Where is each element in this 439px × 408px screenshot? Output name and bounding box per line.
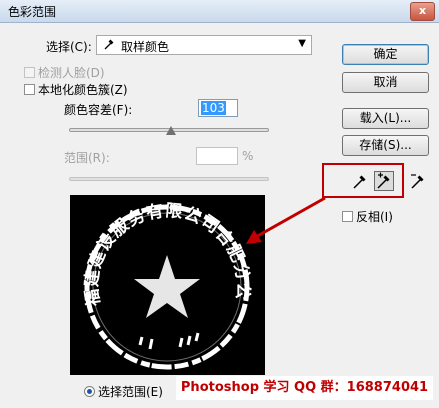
eyedropper-icon xyxy=(353,175,366,189)
eyedropper-add-tool[interactable] xyxy=(374,171,394,191)
eyedropper-tool[interactable] xyxy=(350,171,370,191)
selection-preview[interactable]: 福建建设服务有限公司合肥分公司 xyxy=(61,180,265,375)
localized-clusters-checkbox[interactable] xyxy=(24,84,35,95)
chevron-down-icon: ▼ xyxy=(298,38,306,49)
select-dropdown[interactable]: 取样颜色 ▼ xyxy=(96,35,312,55)
selection-radio-label: 选择范围(E) xyxy=(98,385,163,399)
invert-checkbox[interactable] xyxy=(342,211,353,222)
detect-faces-checkbox[interactable] xyxy=(24,67,35,78)
selection-radio[interactable] xyxy=(84,386,95,397)
cancel-button[interactable]: 取消 xyxy=(342,72,429,93)
select-value: 取样颜色 xyxy=(121,40,170,54)
range-input[interactable] xyxy=(196,147,238,165)
fuzziness-label: 颜色容差(F): xyxy=(64,103,133,117)
eyedropper-icon xyxy=(103,37,115,54)
load-button[interactable]: 载入(L)... xyxy=(342,108,429,129)
close-button[interactable]: x xyxy=(410,2,435,21)
company-seal-image: 福建建设服务有限公司合肥分公司 xyxy=(61,180,252,370)
fuzziness-slider-thumb[interactable] xyxy=(166,126,176,135)
window-title: 色彩范围 xyxy=(8,5,57,19)
range-slider[interactable] xyxy=(69,177,269,181)
eyedropper-minus-icon xyxy=(411,174,424,189)
watermark-text: Photoshop 学习 QQ 群：168874041 xyxy=(176,376,433,400)
fuzziness-input[interactable]: 103 xyxy=(198,99,238,117)
eyedropper-subtract-tool[interactable] xyxy=(408,171,428,191)
range-label: 范围(R): xyxy=(64,151,110,165)
annotation-arrow-icon xyxy=(246,196,326,244)
detect-faces-label: 检测人脸(D) xyxy=(38,66,105,80)
localized-clusters-label: 本地化颜色簇(Z) xyxy=(38,83,128,97)
invert-label: 反相(I) xyxy=(356,210,393,224)
title-bar: 色彩范围 x xyxy=(0,0,439,23)
select-label: 选择(C): xyxy=(46,40,92,54)
ok-button[interactable]: 确定 xyxy=(342,44,429,65)
range-unit: % xyxy=(242,149,254,163)
fuzziness-value: 103 xyxy=(201,101,226,115)
save-button[interactable]: 存储(S)... xyxy=(342,135,429,156)
eyedropper-plus-icon xyxy=(377,172,390,189)
